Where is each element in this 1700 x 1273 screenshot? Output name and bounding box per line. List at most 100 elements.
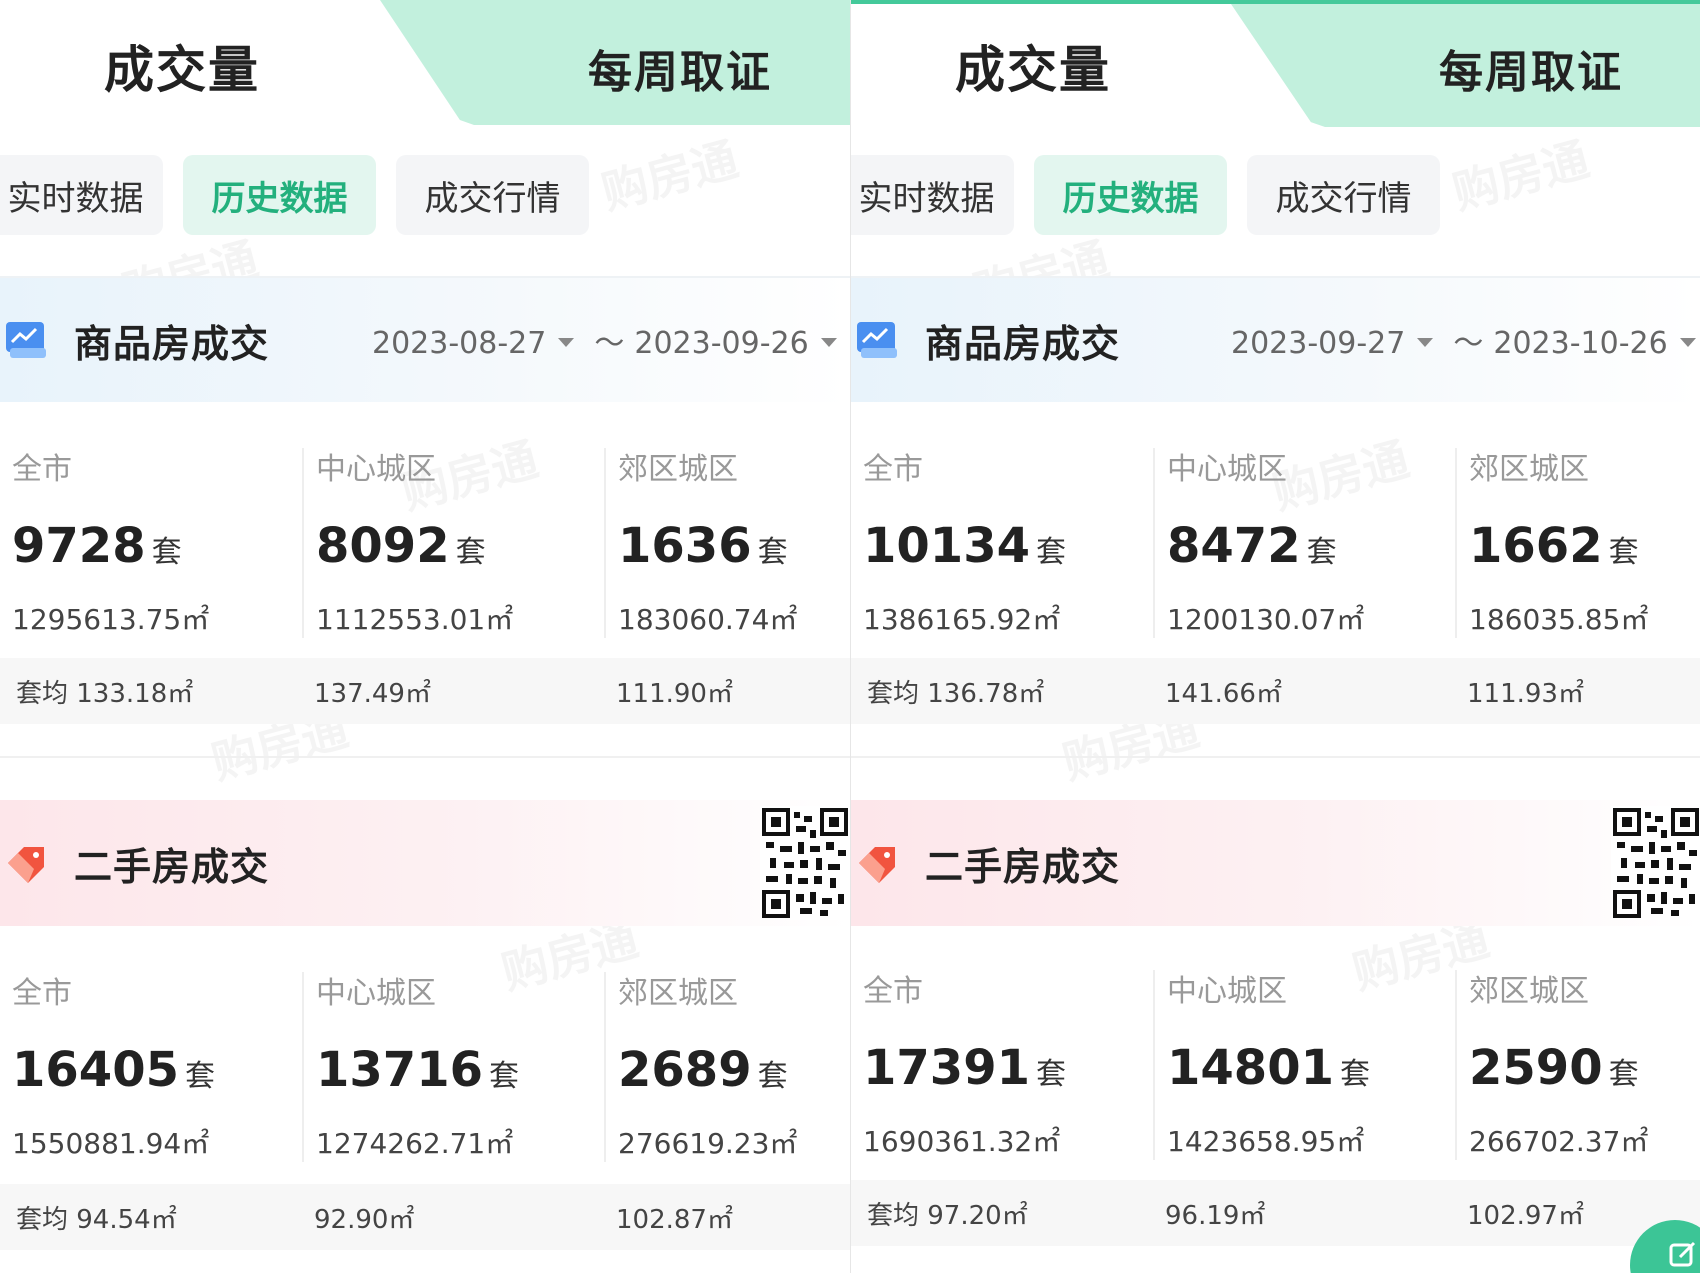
date-start[interactable]: 2023-08-27 xyxy=(372,326,546,361)
avg-suburb: 111.93㎡ xyxy=(1467,678,1584,709)
stat-area: 1295613.75㎡ xyxy=(12,603,210,636)
stat-area: 1274262.71㎡ xyxy=(316,1127,514,1160)
stat-count: 1662 套 xyxy=(1469,518,1639,574)
avg-row: 套均 94.54㎡ 92.90㎡ 102.87㎡ xyxy=(0,1184,850,1250)
avg-city: 套均 97.20㎡ xyxy=(867,1200,1028,1231)
tab-weekly-cert[interactable]: 每周取证 xyxy=(1439,36,1623,100)
date-start[interactable]: 2023-09-27 xyxy=(1231,326,1405,361)
tab-volume[interactable]: 成交量 xyxy=(104,30,260,102)
subtab-history[interactable]: 历史数据 xyxy=(1034,155,1227,235)
qr-code-icon[interactable] xyxy=(1611,806,1700,920)
sub-tabs: 实时数据 历史数据 成交行情 xyxy=(851,155,1440,235)
stat-label: 郊区城区 xyxy=(618,452,738,487)
stat-area: 1550881.94㎡ xyxy=(12,1127,210,1160)
avg-suburb: 111.90㎡ xyxy=(616,678,733,709)
subtab-realtime[interactable]: 实时数据 xyxy=(0,155,163,235)
avg-row: 套均 136.78㎡ 141.66㎡ 111.93㎡ xyxy=(851,658,1700,724)
new-house-stats: 全市 9728 套 1295613.75㎡ 中心城区 8092 套 1112553.… xyxy=(0,448,850,638)
stat-area: 1112553.01㎡ xyxy=(316,603,514,636)
avg-row: 套均 97.20㎡ 96.19㎡ 102.97㎡ xyxy=(851,1180,1700,1246)
subtab-market[interactable]: 成交行情 xyxy=(1247,155,1440,235)
avg-row: 套均 133.18㎡ 137.49㎡ 111.90㎡ xyxy=(0,658,850,724)
stat-area: 276619.23㎡ xyxy=(618,1127,798,1160)
stat-area: 266702.37㎡ xyxy=(1469,1125,1649,1158)
price-tag-icon xyxy=(859,847,895,883)
subtab-history[interactable]: 历史数据 xyxy=(183,155,376,235)
date-end[interactable]: 2023-10-26 xyxy=(1493,326,1667,361)
stat-col-city: 全市 17391 套 1690361.32㎡ xyxy=(851,970,1153,1160)
stat-label: 郊区城区 xyxy=(618,976,738,1011)
stat-area: 1200130.07㎡ xyxy=(1167,603,1365,636)
tab-weekly-cert[interactable]: 每周取证 xyxy=(588,36,772,100)
watermark: 购房通 xyxy=(1445,123,1595,222)
second-house-stats: 全市 17391 套 1690361.32㎡ 中心城区 14801 套 142365… xyxy=(851,970,1700,1160)
stat-area: 1386165.92㎡ xyxy=(863,603,1061,636)
date-range: 2023-09-27 ～ 2023-10-26 xyxy=(1231,318,1700,362)
avg-city: 套均 136.78㎡ xyxy=(867,678,1045,709)
avg-suburb: 102.97㎡ xyxy=(1467,1200,1584,1231)
avg-suburb: 102.87㎡ xyxy=(616,1204,733,1235)
stat-count: 10134 套 xyxy=(863,518,1066,574)
stat-area: 186035.85㎡ xyxy=(1469,603,1649,636)
stat-label: 中心城区 xyxy=(1167,974,1287,1009)
new-house-header: 商品房成交 2023-08-27 ～ 2023-09-26 xyxy=(0,276,850,402)
avg-central: 141.66㎡ xyxy=(1165,678,1282,709)
stat-label: 郊区城区 xyxy=(1469,974,1589,1009)
top-tabs: 成交量 每周取证 xyxy=(0,0,850,125)
divider xyxy=(0,756,850,758)
stat-col-central: 中心城区 13716 套 1274262.71㎡ xyxy=(302,972,604,1162)
top-tabs: 成交量 每周取证 xyxy=(851,0,1700,127)
panel-left: 成交量 每周取证 实时数据 历史数据 成交行情 购房通 购房通 购房通 购房通 … xyxy=(0,0,850,1273)
stat-count: 8472 套 xyxy=(1167,518,1337,574)
avg-central: 137.49㎡ xyxy=(314,678,431,709)
stat-label: 中心城区 xyxy=(316,452,436,487)
chevron-down-icon[interactable] xyxy=(558,338,575,347)
sub-tabs: 实时数据 历史数据 成交行情 xyxy=(0,155,589,235)
second-house-header: 二手房成交 xyxy=(0,800,850,926)
second-house-title: 二手房成交 xyxy=(925,844,1121,889)
stat-label: 郊区城区 xyxy=(1469,452,1589,487)
stat-area: 1690361.32㎡ xyxy=(863,1125,1061,1158)
avg-central: 92.90㎡ xyxy=(314,1204,415,1235)
stat-count: 1636 套 xyxy=(618,518,788,574)
stat-col-suburb: 郊区城区 2590 套 266702.37㎡ xyxy=(1455,970,1700,1160)
stat-count: 16405 套 xyxy=(12,1042,215,1098)
second-house-header: 二手房成交 xyxy=(851,800,1700,926)
qr-code-icon[interactable] xyxy=(760,806,850,920)
tab-volume[interactable]: 成交量 xyxy=(955,30,1111,102)
date-end[interactable]: 2023-09-26 xyxy=(634,326,808,361)
chevron-down-icon[interactable] xyxy=(1417,338,1434,347)
stat-count: 2689 套 xyxy=(618,1042,788,1098)
stat-label: 全市 xyxy=(863,452,923,487)
subtab-market[interactable]: 成交行情 xyxy=(396,155,589,235)
stat-col-suburb: 郊区城区 2689 套 276619.23㎡ xyxy=(604,972,850,1162)
stat-area: 183060.74㎡ xyxy=(618,603,798,636)
divider xyxy=(851,756,1700,758)
panel-right: 成交量 每周取证 实时数据 历史数据 成交行情 购房通 购房通 购房通 购房通 … xyxy=(850,0,1700,1273)
avg-central: 96.19㎡ xyxy=(1165,1200,1266,1231)
new-house-title: 商品房成交 xyxy=(74,321,270,366)
avg-city: 套均 133.18㎡ xyxy=(16,678,194,709)
stat-col-suburb: 郊区城区 1636 套 183060.74㎡ xyxy=(604,448,850,638)
stat-col-city: 全市 10134 套 1386165.92㎡ xyxy=(851,448,1153,638)
stat-label: 全市 xyxy=(12,452,72,487)
edit-icon xyxy=(1669,1241,1696,1267)
chart-card-icon xyxy=(857,322,897,358)
stat-count: 2590 套 xyxy=(1469,1040,1639,1096)
stat-col-central: 中心城区 8092 套 1112553.01㎡ xyxy=(302,448,604,638)
stat-count: 8092 套 xyxy=(316,518,486,574)
stat-col-central: 中心城区 8472 套 1200130.07㎡ xyxy=(1153,448,1455,638)
new-house-header: 商品房成交 2023-09-27 ～ 2023-10-26 xyxy=(851,276,1700,402)
stat-count: 9728 套 xyxy=(12,518,182,574)
stat-count: 13716 套 xyxy=(316,1042,519,1098)
chart-card-icon xyxy=(6,322,46,358)
stat-label: 全市 xyxy=(863,974,923,1009)
stat-count: 17391 套 xyxy=(863,1040,1066,1096)
stat-area: 1423658.95㎡ xyxy=(1167,1125,1365,1158)
subtab-realtime[interactable]: 实时数据 xyxy=(851,155,1014,235)
chevron-down-icon[interactable] xyxy=(1679,338,1696,347)
stat-label: 全市 xyxy=(12,976,72,1011)
chevron-down-icon[interactable] xyxy=(820,338,837,347)
stat-col-city: 全市 9728 套 1295613.75㎡ xyxy=(0,448,302,638)
second-house-stats: 全市 16405 套 1550881.94㎡ 中心城区 13716 套 127426… xyxy=(0,972,850,1162)
